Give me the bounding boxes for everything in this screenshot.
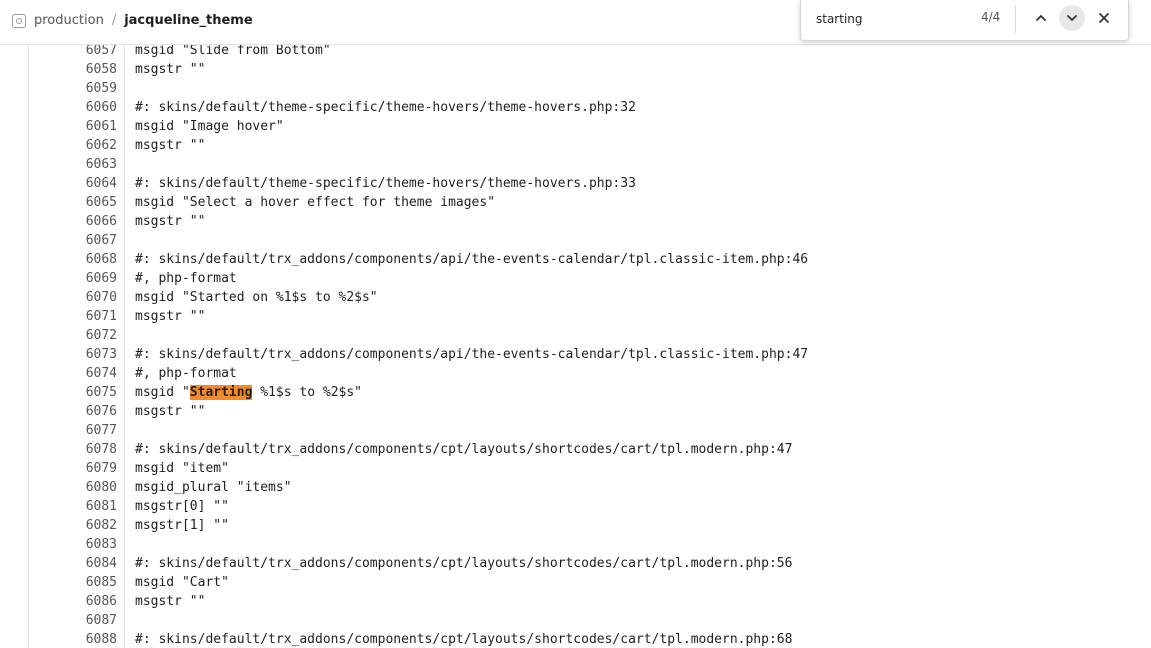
line-number: 6072 — [85, 328, 117, 343]
line-number: 6070 — [85, 290, 117, 305]
line-text: msgstr "" — [135, 62, 206, 77]
breadcrumb-separator: / — [111, 13, 117, 28]
line-text-after-match: %1$s to %2$s" — [252, 385, 362, 400]
line-number: 6068 — [85, 252, 117, 267]
line-text: #: skins/default/theme-specific/theme-ho… — [135, 100, 636, 115]
line-text: msgid "Slide from Bottom" — [135, 45, 331, 58]
line-number: 6079 — [85, 461, 117, 476]
gutter-divider — [124, 45, 125, 648]
line-text: #: skins/default/trx_addons/components/c… — [135, 556, 793, 571]
line-number: 6088 — [85, 632, 117, 647]
line-number: 6062 — [85, 138, 117, 153]
line-text: #, php-format — [135, 271, 237, 286]
breadcrumb-root[interactable]: production — [34, 13, 104, 28]
line-text: msgid "Starting %1$s to %2$s" — [135, 383, 362, 402]
line-text: msgid "item" — [135, 461, 229, 476]
line-number: 6087 — [85, 613, 117, 628]
line-text: #: skins/default/trx_addons/components/c… — [135, 442, 793, 457]
line-number: 6069 — [85, 271, 117, 286]
breadcrumb: production / jacqueline_theme — [12, 13, 253, 28]
line-text: #: skins/default/trx_addons/components/a… — [135, 252, 809, 267]
line-number: 6075 — [85, 385, 117, 400]
line-number: 6060 — [85, 100, 117, 115]
line-number: 6077 — [85, 423, 117, 438]
line-number: 6071 — [85, 309, 117, 324]
code-view[interactable]: 6057 msgid "Slide from Bottom" 6058 msgstr … — [28, 45, 1151, 648]
line-number: 6081 — [85, 499, 117, 514]
line-text: #, php-format — [135, 366, 237, 381]
line-number: 6064 — [85, 176, 117, 191]
line-text: msgstr "" — [135, 594, 206, 609]
line-text: msgid "Started on %1$s to %2$s" — [135, 290, 378, 305]
line-number: 6058 — [85, 62, 117, 77]
find-close-button[interactable] — [1091, 5, 1117, 31]
chevron-down-icon — [1067, 15, 1077, 21]
line-text: msgstr "" — [135, 214, 206, 229]
line-text: msgstr[0] "" — [135, 499, 229, 514]
line-text: msgstr "" — [135, 309, 206, 324]
line-number: 6059 — [85, 81, 117, 96]
line-number: 6078 — [85, 442, 117, 457]
find-previous-button[interactable] — [1028, 5, 1054, 31]
chevron-up-icon — [1036, 15, 1046, 21]
line-text: msgid "Image hover" — [135, 119, 284, 134]
line-number: 6080 — [85, 480, 117, 495]
app-icon — [12, 13, 26, 28]
line-text: #: skins/default/theme-specific/theme-ho… — [135, 176, 636, 191]
breadcrumb-current[interactable]: jacqueline_theme — [124, 13, 252, 28]
line-number: 6083 — [85, 537, 117, 552]
line-text: #: skins/default/trx_addons/components/c… — [135, 632, 793, 647]
line-number: 6082 — [85, 518, 117, 533]
line-number: 6057 — [85, 45, 117, 58]
find-divider — [1015, 5, 1016, 33]
line-number: 6073 — [85, 347, 117, 362]
find-input[interactable] — [816, 10, 966, 28]
line-number: 6074 — [85, 366, 117, 381]
search-match-highlight: Starting — [189, 385, 253, 400]
line-number: 6063 — [85, 157, 117, 172]
line-text: msgstr "" — [135, 138, 206, 153]
line-text: #: skins/default/trx_addons/components/a… — [135, 347, 809, 362]
line-text-before-match: msgid " — [135, 385, 190, 400]
line-number: 6084 — [85, 556, 117, 571]
close-icon — [1099, 13, 1109, 23]
line-text: msgstr[1] "" — [135, 518, 229, 533]
line-number: 6066 — [85, 214, 117, 229]
line-number: 6061 — [85, 119, 117, 134]
find-next-button[interactable] — [1059, 5, 1085, 31]
line-text: msgstr "" — [135, 404, 206, 419]
line-text: msgid_plural "items" — [135, 480, 292, 495]
line-number: 6065 — [85, 195, 117, 210]
find-bar: 4/4 — [800, 0, 1129, 41]
line-number: 6067 — [85, 233, 117, 248]
find-match-count: 4/4 — [981, 10, 1001, 24]
line-text: msgid "Select a hover effect for theme i… — [135, 195, 496, 210]
line-number: 6086 — [85, 594, 117, 609]
line-text: msgid "Cart" — [135, 575, 229, 590]
line-number: 6076 — [85, 404, 117, 419]
line-number: 6085 — [85, 575, 117, 590]
